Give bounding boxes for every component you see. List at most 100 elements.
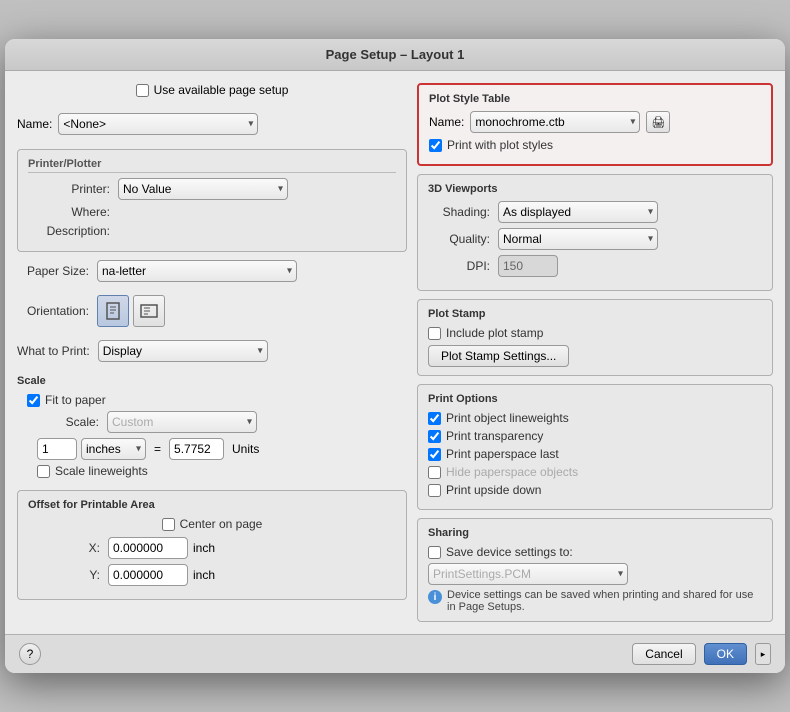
right-panel: Plot Style Table Name: monochrome.ctb 🖨 … xyxy=(417,83,773,622)
scale-select-wrapper: Custom xyxy=(107,411,257,433)
scale-unit-select[interactable]: inches xyxy=(81,438,146,460)
opt4-checkbox[interactable] xyxy=(428,466,441,479)
paper-size-select[interactable]: na-letter xyxy=(97,260,297,282)
opt1-checkbox[interactable] xyxy=(428,412,441,425)
save-device-label: Save device settings to: xyxy=(446,545,573,559)
use-available-checkbox[interactable] xyxy=(136,84,149,97)
portrait-button[interactable] xyxy=(97,295,129,327)
x-label: X: xyxy=(28,541,108,555)
fit-to-paper-checkbox[interactable] xyxy=(27,394,40,407)
plot-stamp-settings-button[interactable]: Plot Stamp Settings... xyxy=(428,345,569,367)
plot-name-wrapper: monochrome.ctb xyxy=(470,111,640,133)
print-options-title: Print Options xyxy=(428,393,762,405)
fit-to-paper-label: Fit to paper xyxy=(45,393,106,407)
y-label: Y: xyxy=(28,568,108,582)
opt1-label: Print object lineweights xyxy=(446,411,569,425)
name-select[interactable]: <None> xyxy=(58,113,258,135)
help-button[interactable]: ? xyxy=(19,643,41,665)
printer-select[interactable]: No Value xyxy=(118,178,288,200)
scale-lineweights-checkbox[interactable] xyxy=(37,465,50,478)
scale-value-row: inches = Units xyxy=(37,438,407,460)
plot-name-select[interactable]: monochrome.ctb xyxy=(470,111,640,133)
print-with-styles-row: Print with plot styles xyxy=(429,138,761,152)
printer-section: Printer/Plotter Printer: No Value Where: xyxy=(17,149,407,252)
quality-label: Quality: xyxy=(428,232,498,246)
y-offset-row: Y: inch xyxy=(28,564,396,586)
title-bar: Page Setup – Layout 1 xyxy=(5,39,785,71)
plot-stamp-section: Plot Stamp Include plot stamp Plot Stamp… xyxy=(417,299,773,376)
info-icon: i xyxy=(428,590,442,604)
x-unit: inch xyxy=(193,541,215,555)
opt4-label: Hide paperspace objects xyxy=(446,465,578,479)
quality-row: Quality: Normal xyxy=(428,228,762,250)
name-row: Name: <None> xyxy=(17,113,407,135)
scroll-button[interactable]: ▸ xyxy=(755,643,771,665)
scale-section: Scale Fit to paper Scale: Custom xyxy=(17,375,407,482)
opt2-label: Print transparency xyxy=(446,429,543,443)
opt3-label: Print paperspace last xyxy=(446,447,559,461)
paper-size-label: Paper Size: xyxy=(17,264,97,278)
portrait-icon xyxy=(106,302,120,320)
printer-section-title: Printer/Plotter xyxy=(28,158,396,173)
landscape-icon xyxy=(140,304,158,318)
orientation-label: Orientation: xyxy=(17,304,97,318)
printer-label: Printer: xyxy=(38,182,118,196)
what-to-print-label: What to Print: xyxy=(17,344,98,358)
use-available-label: Use available page setup xyxy=(154,83,289,97)
paper-size-row: Paper Size: na-letter xyxy=(17,260,407,282)
print-icon-button[interactable]: 🖨 xyxy=(646,111,670,133)
opt1-row: Print object lineweights xyxy=(428,411,762,425)
paper-size-wrapper: na-letter xyxy=(97,260,297,282)
center-on-page-checkbox[interactable] xyxy=(162,518,175,531)
save-device-checkbox[interactable] xyxy=(428,546,441,559)
scale-units-input[interactable] xyxy=(169,438,224,460)
device-file-select[interactable]: PrintSettings.PCM xyxy=(428,563,628,585)
print-options-section: Print Options Print object lineweights P… xyxy=(417,384,773,510)
scale-unit-wrapper: inches xyxy=(81,438,146,460)
dpi-input xyxy=(498,255,558,277)
description-row: Description: xyxy=(38,224,396,238)
y-input[interactable] xyxy=(108,564,188,586)
quality-wrapper: Normal xyxy=(498,228,658,250)
include-plot-stamp-label: Include plot stamp xyxy=(446,326,543,340)
where-label: Where: xyxy=(38,205,118,219)
scale-num-input[interactable] xyxy=(37,438,77,460)
scale-select[interactable]: Custom xyxy=(107,411,257,433)
x-offset-row: X: inch xyxy=(28,537,396,559)
print-with-styles-checkbox[interactable] xyxy=(429,139,442,152)
left-panel: Use available page setup Name: <None> Pr… xyxy=(17,83,407,622)
scale-units-label: Units xyxy=(232,442,259,456)
quality-select[interactable]: Normal xyxy=(498,228,658,250)
printer-fields: Printer: No Value Where: Description: xyxy=(28,178,396,238)
center-on-page-row: Center on page xyxy=(28,517,396,531)
plot-style-section: Plot Style Table Name: monochrome.ctb 🖨 … xyxy=(417,83,773,166)
save-device-row: Save device settings to: xyxy=(428,545,762,559)
plot-stamp-settings-row: Plot Stamp Settings... xyxy=(428,345,762,367)
opt2-checkbox[interactable] xyxy=(428,430,441,443)
dialog-footer: ? Cancel OK ▸ xyxy=(5,634,785,673)
ok-button[interactable]: OK xyxy=(704,643,747,665)
info-text: Device settings can be saved when printi… xyxy=(447,589,762,613)
use-available-row: Use available page setup xyxy=(17,83,407,97)
opt4-row: Hide paperspace objects xyxy=(428,465,762,479)
cancel-button[interactable]: Cancel xyxy=(632,643,695,665)
center-on-page-label: Center on page xyxy=(180,517,263,531)
landscape-button[interactable] xyxy=(133,295,165,327)
scale-equals: = xyxy=(150,442,165,456)
plot-name-label: Name: xyxy=(429,115,464,129)
info-row: i Device settings can be saved when prin… xyxy=(428,589,762,613)
opt2-row: Print transparency xyxy=(428,429,762,443)
scale-lineweights-label: Scale lineweights xyxy=(55,464,148,478)
x-input[interactable] xyxy=(108,537,188,559)
plot-style-title: Plot Style Table xyxy=(429,93,761,105)
sharing-section: Sharing Save device settings to: PrintSe… xyxy=(417,518,773,622)
what-to-print-select[interactable]: Display xyxy=(98,340,268,362)
shading-select[interactable]: As displayed xyxy=(498,201,658,223)
opt5-checkbox[interactable] xyxy=(428,484,441,497)
include-plot-stamp-checkbox[interactable] xyxy=(428,327,441,340)
plot-name-row: Name: monochrome.ctb 🖨 xyxy=(429,111,761,133)
opt3-row: Print paperspace last xyxy=(428,447,762,461)
printer-select-wrapper: No Value xyxy=(118,178,288,200)
sharing-title: Sharing xyxy=(428,527,762,539)
opt3-checkbox[interactable] xyxy=(428,448,441,461)
